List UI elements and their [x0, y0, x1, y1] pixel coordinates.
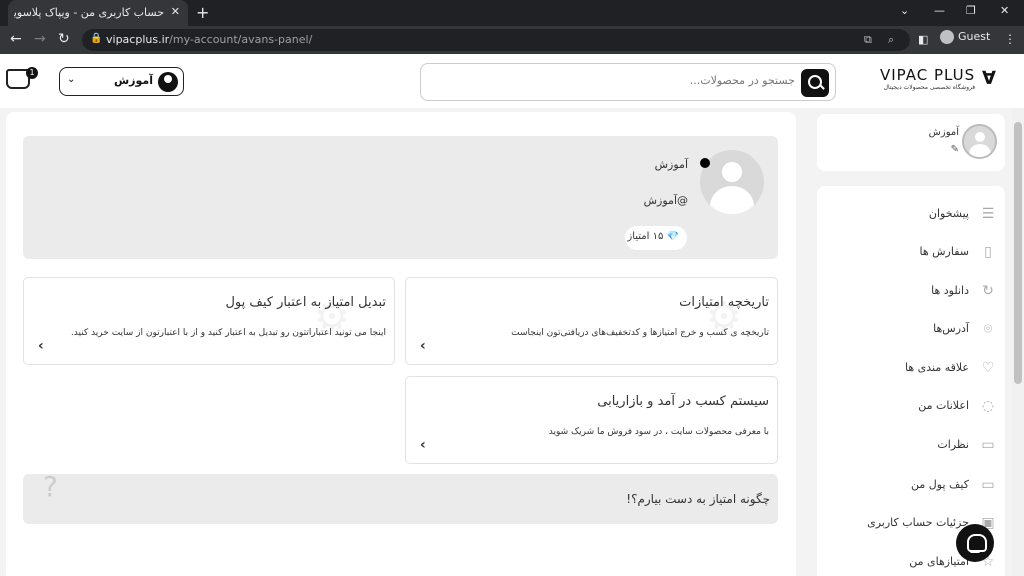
chevron-down-icon: ⌄ — [67, 74, 76, 85]
how-to-earn-title: چگونه امتیاز به دست بیارم؟! — [626, 492, 770, 506]
browser-tab-strip: حساب کاربری من - ویپاک پلاسویپاک ✕ + ⌄ —… — [0, 0, 1024, 26]
sidebar-item-addresses[interactable]: ⌾ آدرس‌ها — [817, 318, 1005, 342]
sidebar-item-label: کیف پول من — [911, 478, 969, 491]
url-host: vipacplus.ir — [106, 33, 170, 46]
profile-avatar — [700, 150, 764, 214]
question-icon: ? — [43, 470, 58, 503]
sidebar-item-label: جزئیات حساب کاربری — [867, 516, 969, 529]
lock-icon[interactable]: 🔒 — [90, 33, 102, 44]
sidebar-item-wallet[interactable]: ▭ کیف پول من — [817, 474, 1005, 498]
profile-button[interactable]: Guest — [940, 30, 990, 44]
logo-mark-icon: ∀ — [982, 68, 996, 89]
card-title: تبدیل امتیاز به اعتبار کیف پول — [225, 295, 386, 310]
close-window-button[interactable]: ✕ — [1000, 4, 1009, 17]
chevron-left-icon[interactable]: ‹ — [420, 437, 426, 453]
support-chat-button[interactable] — [956, 524, 994, 562]
sidebar-user-card: آموزش ✎ — [817, 114, 1005, 171]
card-description: با معرفی محصولات سایت ، در سود فروش ما ش… — [548, 427, 769, 437]
card-title: سیستم کسب در آمد و بازاریابی — [597, 394, 769, 409]
diamond-icon: 💎 — [666, 231, 679, 242]
translate-icon[interactable]: ⧉ — [864, 33, 872, 47]
sidebar-item-label: علاقه مندی ها — [904, 361, 969, 374]
user-account-button[interactable]: ⌄ آموزش — [59, 67, 184, 96]
sidebar-item-dashboard[interactable]: ☰ پیشخوان — [817, 203, 1005, 227]
sidebar-item-wishlist[interactable]: ♡ علاقه مندی ها — [817, 357, 1005, 381]
sidebar-item-downloads[interactable]: ↻ دانلود ها — [817, 280, 1005, 304]
browser-tab[interactable]: حساب کاربری من - ویپاک پلاسویپاک ✕ — [8, 0, 188, 26]
how-to-earn-card[interactable]: ? چگونه امتیاز به دست بیارم؟! — [23, 470, 778, 524]
user-button-label: آموزش — [114, 74, 153, 87]
sidebar-item-label: نظرات — [937, 438, 969, 451]
url-path: /my-account/avans-panel/ — [169, 33, 313, 46]
points-label: امتیاز — [627, 231, 650, 242]
card-description: اینجا می تونید اعتباراتتون رو تبدیل به ا… — [70, 328, 386, 338]
sidebar-item-comments[interactable]: ▭ نظرات — [817, 434, 1005, 458]
new-tab-button[interactable]: + — [196, 3, 209, 22]
card-description: تاریخچه ی کسب و خرج امتیازها و کدتخفیف‌ه… — [511, 328, 769, 338]
logo-tagline: فروشگاه تخصصی محصولات دیجیتال — [883, 84, 976, 91]
forward-icon[interactable]: → — [34, 31, 46, 47]
sidebar-item-label: اعلانات من — [918, 399, 969, 412]
refresh-icon: ↻ — [982, 283, 994, 299]
profile-label: Guest — [958, 30, 991, 43]
back-icon[interactable]: ← — [10, 31, 22, 47]
points-value: ۱۵ — [652, 231, 664, 242]
sidebar-item-label: دانلود ها — [931, 284, 969, 297]
chevron-left-icon[interactable]: ‹ — [38, 338, 44, 354]
site-header: 1 ⌄ آموزش VIPAC PLUS فروشگاه تخصصی محصول… — [0, 54, 1024, 108]
sidebar-item-orders[interactable]: ▯ سفارش ها — [817, 241, 1005, 265]
cart-count-badge: 1 — [26, 67, 38, 79]
tab-close-icon[interactable]: ✕ — [171, 5, 180, 18]
zoom-icon[interactable]: ⌕ — [888, 33, 894, 47]
sidebar-item-label: آدرس‌ها — [933, 322, 969, 335]
address-bar[interactable]: 🔒 vipacplus.ir/my-account/avans-panel/ ⧉… — [82, 29, 910, 51]
sidebar-item-label: سفارش ها — [919, 245, 969, 258]
location-icon: ⌾ — [983, 321, 993, 337]
document-icon: ▯ — [984, 244, 992, 260]
online-status-dot — [700, 158, 710, 168]
bell-icon: ◌ — [981, 398, 995, 414]
scrollbar-thumb[interactable] — [1014, 122, 1022, 384]
minimize-button[interactable]: — — [934, 4, 945, 17]
profile-handle: آموزش@ — [643, 194, 688, 207]
sliders-icon: ☰ — [981, 206, 995, 222]
site-logo[interactable]: VIPAC PLUS فروشگاه تخصصی محصولات دیجیتال — [880, 66, 975, 91]
affiliate-card[interactable]: سیستم کسب در آمد و بازاریابی با معرفی مح… — [405, 376, 778, 464]
profile-name: آموزش — [654, 158, 688, 171]
sidebar-item-notifications[interactable]: ◌ اعلانات من — [817, 395, 1005, 419]
sidebar-item-label: پیشخوان — [928, 207, 969, 220]
card-title: تاریخچه امتیازات — [679, 295, 769, 310]
wallet-icon: ▭ — [981, 477, 995, 493]
sidebar-user-name: آموزش — [928, 127, 959, 138]
guest-avatar-icon — [940, 30, 954, 44]
sidebar-avatar — [962, 124, 997, 159]
points-history-card[interactable]: ⚙ تاریخچه امتیازات تاریخچه ی کسب و خرج ا… — [405, 277, 778, 365]
tab-title: حساب کاربری من - ویپاک پلاسویپاک — [14, 6, 164, 19]
chevron-left-icon[interactable]: ‹ — [420, 338, 426, 354]
convert-points-card[interactable]: ⚙ تبدیل امتیاز به اعتبار کیف پول اینجا م… — [23, 277, 395, 365]
heart-icon: ♡ — [981, 360, 995, 376]
sidebar-menu: ☰ پیشخوان ▯ سفارش ها ↻ دانلود ها ⌾ آدرس‌… — [817, 186, 1005, 576]
search-box — [420, 63, 836, 101]
search-button[interactable] — [801, 69, 829, 97]
comment-icon: ▭ — [981, 437, 995, 453]
side-panel-icon[interactable]: ◧ — [918, 33, 928, 46]
main-panel: آموزش آموزش@ 💎 ۱۵ امتیاز ⚙ تاریخچه امتیا… — [6, 112, 796, 576]
search-input[interactable] — [455, 74, 795, 87]
tab-search-icon[interactable]: ⌄ — [900, 4, 909, 17]
browser-toolbar: ← → ↻ 🔒 vipacplus.ir/my-account/avans-pa… — [0, 26, 1024, 54]
maximize-button[interactable]: ❐ — [966, 4, 976, 17]
page-scrollbar[interactable] — [1012, 108, 1024, 576]
user-avatar-icon — [158, 72, 178, 92]
points-badge: 💎 ۱۵ امتیاز — [625, 226, 687, 250]
logo-name: VIPAC PLUS — [880, 66, 976, 84]
sidebar-item-label: امتیازهای من — [909, 555, 969, 568]
url-text[interactable]: vipacplus.ir/my-account/avans-panel/ — [106, 33, 312, 46]
menu-dots-icon[interactable]: ⋮ — [1004, 32, 1016, 46]
edit-icon[interactable]: ✎ — [951, 144, 959, 155]
profile-card: آموزش آموزش@ 💎 ۱۵ امتیاز — [23, 136, 778, 259]
reload-icon[interactable]: ↻ — [58, 31, 70, 47]
